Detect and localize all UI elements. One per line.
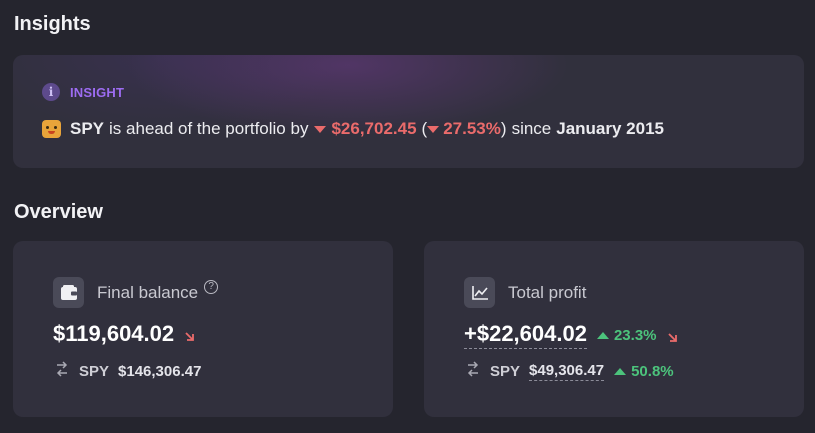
final-balance-card: Final balance ? $119,604.02 SPY $146,306…: [13, 241, 393, 417]
insight-amount: $26,702.45: [331, 119, 417, 138]
cat-emoji-icon: [42, 120, 61, 138]
chart-icon: [464, 277, 495, 308]
total-profit-card: Total profit +$22,604.02 23.3% SPY $49,3…: [424, 241, 804, 417]
insight-close-paren: ): [500, 119, 507, 138]
insight-since-date: January 2015: [556, 119, 664, 138]
total-profit-change: 23.3%: [613, 326, 657, 344]
insight-label: INSIGHT: [70, 84, 125, 100]
final-balance-row: $119,604.02: [53, 321, 195, 347]
wallet-icon: [53, 277, 84, 308]
total-profit-row: +$22,604.02 23.3%: [464, 321, 678, 349]
triangle-up-icon: [614, 367, 627, 375]
insight-percent: 27.53%: [443, 119, 501, 138]
triangle-up-icon: [596, 331, 609, 339]
insight-ticker: SPY: [70, 119, 105, 138]
final-balance-label: Final balance: [97, 282, 199, 302]
help-icon[interactable]: ?: [204, 279, 219, 294]
benchmark-change: 50.8%: [631, 362, 674, 380]
triangle-down-icon: [427, 125, 440, 133]
total-profit-value[interactable]: +$22,604.02: [464, 321, 587, 349]
triangle-down-icon: [314, 125, 327, 133]
benchmark-ticker: SPY: [490, 362, 521, 380]
overview-title: Overview: [14, 201, 103, 223]
arrow-down-right-icon: [184, 329, 195, 347]
total-profit-label: Total profit: [508, 282, 587, 302]
insight-text-since: since: [511, 119, 552, 138]
insight-text: SPY is ahead of the portfolio by $26,702…: [42, 119, 664, 139]
insight-badge: i INSIGHT: [42, 83, 124, 101]
total-profit-header: Total profit: [464, 277, 586, 308]
final-balance-benchmark: SPY $146,306.47: [55, 361, 201, 381]
benchmark-ticker: SPY: [79, 362, 110, 380]
benchmark-value[interactable]: $49,306.47: [529, 362, 605, 381]
final-balance-header: Final balance ?: [53, 277, 219, 308]
arrow-down-right-icon: [667, 330, 678, 348]
insight-text-mid: is ahead of the portfolio by: [109, 119, 309, 138]
swap-icon: [55, 361, 69, 381]
benchmark-value: $146,306.47: [118, 362, 202, 380]
info-icon: i: [42, 83, 60, 101]
final-balance-value: $119,604.02: [53, 321, 175, 346]
swap-icon: [466, 361, 480, 381]
total-profit-benchmark: SPY $49,306.47 50.8%: [466, 361, 674, 381]
insights-title: Insights: [14, 13, 91, 35]
insight-card: i INSIGHT SPY is ahead of the portfolio …: [13, 55, 804, 168]
